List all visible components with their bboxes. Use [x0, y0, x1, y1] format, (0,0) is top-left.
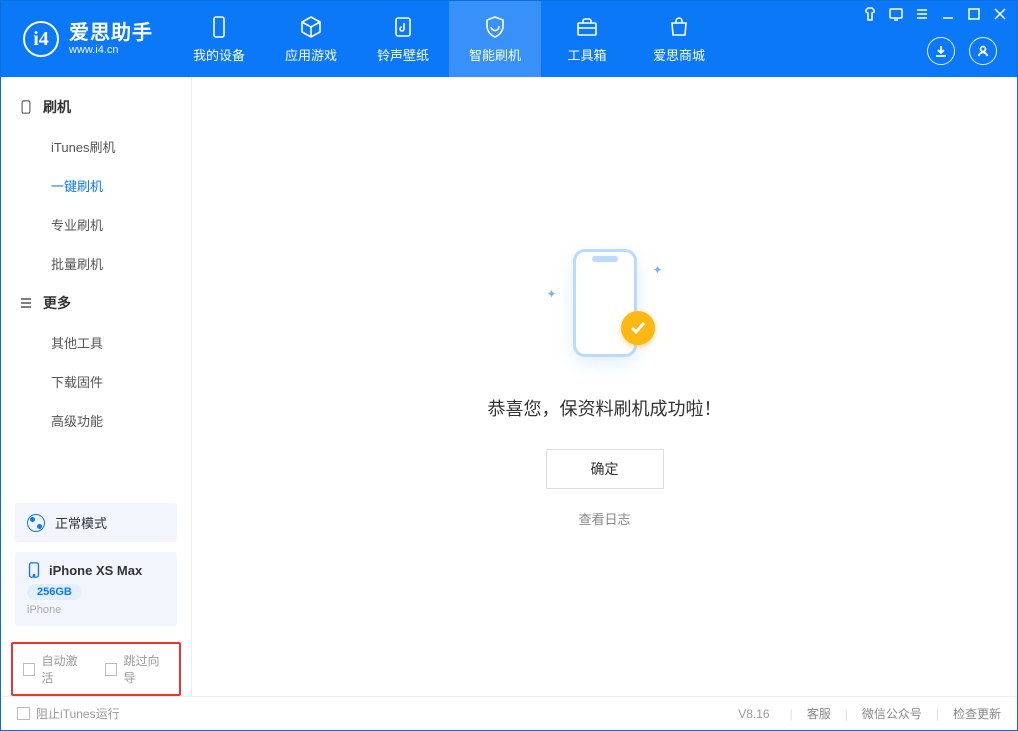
device-info-box[interactable]: iPhone XS Max 256GB iPhone	[15, 552, 177, 626]
app-url: www.i4.cn	[69, 44, 153, 56]
success-illustration: ✦ ✦	[545, 245, 665, 365]
body: 刷机 iTunes刷机 一键刷机 专业刷机 批量刷机 更多 其他工具 下载固件 …	[1, 77, 1017, 696]
phone-outline-icon	[27, 562, 41, 578]
checkbox-icon	[17, 707, 30, 720]
logo-icon: i4	[23, 21, 59, 57]
skin-icon[interactable]	[863, 7, 877, 21]
nav-my-device[interactable]: 我的设备	[173, 1, 265, 77]
nav-label: 工具箱	[567, 45, 606, 64]
checkbox-label: 跳过向导	[123, 652, 169, 686]
nav-ringtones-wallpapers[interactable]: 铃声壁纸	[357, 1, 449, 77]
nav-apps-games[interactable]: 应用游戏	[265, 1, 357, 77]
toolbox-icon	[575, 15, 599, 39]
sidebar-item-other-tools[interactable]: 其他工具	[1, 323, 191, 362]
checkbox-icon	[23, 663, 35, 676]
sidebar-item-advanced[interactable]: 高级功能	[1, 401, 191, 440]
sidebar-item-download-firmware[interactable]: 下载固件	[1, 362, 191, 401]
titlebar: i4 爱思助手 www.i4.cn 我的设备 应用游戏 铃声壁纸 智能刷机	[1, 1, 1017, 77]
nav-label: 爱思商城	[653, 45, 705, 64]
window-controls	[863, 7, 1007, 21]
app-name: 爱思助手	[69, 22, 153, 44]
flash-options-highlight: 自动激活 跳过向导	[11, 642, 181, 696]
version-label: V8.16	[738, 707, 769, 721]
device-storage: 256GB	[27, 584, 82, 600]
checkbox-skip-guide[interactable]: 跳过向导	[105, 652, 169, 686]
logo: i4 爱思助手 www.i4.cn	[1, 21, 173, 57]
sidebar-item-batch-flash[interactable]: 批量刷机	[1, 244, 191, 283]
sparkle-icon: ✦	[547, 287, 557, 301]
sidebar-group-title: 更多	[43, 293, 71, 313]
separator: |	[936, 707, 939, 721]
checkbox-auto-activate[interactable]: 自动激活	[23, 652, 87, 686]
success-message: 恭喜您，保资料刷机成功啦！	[488, 395, 722, 421]
maximize-icon[interactable]	[967, 7, 981, 21]
sidebar-bottom: 正常模式 iPhone XS Max 256GB iPhone	[1, 503, 191, 636]
link-wechat[interactable]: 微信公众号	[862, 705, 922, 722]
nav-label: 智能刷机	[469, 45, 521, 64]
device-name: iPhone XS Max	[49, 563, 142, 578]
nav-label: 我的设备	[193, 45, 245, 64]
music-file-icon	[391, 15, 415, 39]
checkbox-icon	[105, 663, 117, 676]
user-button[interactable]	[969, 37, 997, 65]
sidebar-group-title: 刷机	[43, 97, 71, 117]
nav-label: 铃声壁纸	[377, 45, 429, 64]
cube-icon	[299, 15, 323, 39]
link-support[interactable]: 客服	[807, 705, 831, 722]
nav-label: 应用游戏	[285, 45, 337, 64]
top-nav: 我的设备 应用游戏 铃声壁纸 智能刷机 工具箱 爱思商城	[173, 1, 725, 77]
success-check-icon	[621, 311, 655, 345]
sidebar-item-itunes-flash[interactable]: iTunes刷机	[1, 127, 191, 166]
bag-icon	[667, 15, 691, 39]
checkbox-label: 阻止iTunes运行	[36, 705, 120, 722]
phone-small-icon	[19, 100, 33, 114]
sidebar-group-more: 更多	[1, 283, 191, 323]
download-button[interactable]	[927, 37, 955, 65]
phone-icon	[207, 15, 231, 39]
sparkle-icon: ✦	[652, 263, 662, 277]
title-right-buttons	[927, 37, 997, 65]
list-icon	[19, 296, 33, 310]
minimize-icon[interactable]	[941, 7, 955, 21]
sidebar-group-flash: 刷机	[1, 87, 191, 127]
nav-smart-flash[interactable]: 智能刷机	[449, 1, 541, 77]
checkbox-block-itunes[interactable]: 阻止iTunes运行	[17, 705, 120, 722]
menu-icon[interactable]	[915, 7, 929, 21]
ok-button[interactable]: 确定	[546, 449, 664, 489]
mode-dot-icon	[27, 514, 45, 532]
mode-label: 正常模式	[55, 513, 107, 532]
feedback-icon[interactable]	[889, 7, 903, 21]
main-content: ✦ ✦ 恭喜您，保资料刷机成功啦！ 确定 查看日志	[192, 77, 1017, 696]
statusbar: 阻止iTunes运行 V8.16 | 客服 | 微信公众号 | 检查更新	[1, 696, 1017, 730]
nav-store[interactable]: 爱思商城	[633, 1, 725, 77]
view-log-link[interactable]: 查看日志	[578, 509, 630, 528]
nav-toolbox[interactable]: 工具箱	[541, 1, 633, 77]
link-check-update[interactable]: 检查更新	[953, 705, 1001, 722]
checkbox-label: 自动激活	[41, 652, 87, 686]
device-type: iPhone	[27, 604, 165, 616]
sidebar: 刷机 iTunes刷机 一键刷机 专业刷机 批量刷机 更多 其他工具 下载固件 …	[1, 77, 192, 696]
shield-refresh-icon	[483, 15, 507, 39]
separator: |	[845, 707, 848, 721]
app-window: i4 爱思助手 www.i4.cn 我的设备 应用游戏 铃声壁纸 智能刷机	[0, 0, 1018, 731]
sidebar-item-oneclick-flash[interactable]: 一键刷机	[1, 166, 191, 205]
sidebar-item-pro-flash[interactable]: 专业刷机	[1, 205, 191, 244]
close-icon[interactable]	[993, 7, 1007, 21]
device-mode-box[interactable]: 正常模式	[15, 503, 177, 542]
separator: |	[790, 707, 793, 721]
